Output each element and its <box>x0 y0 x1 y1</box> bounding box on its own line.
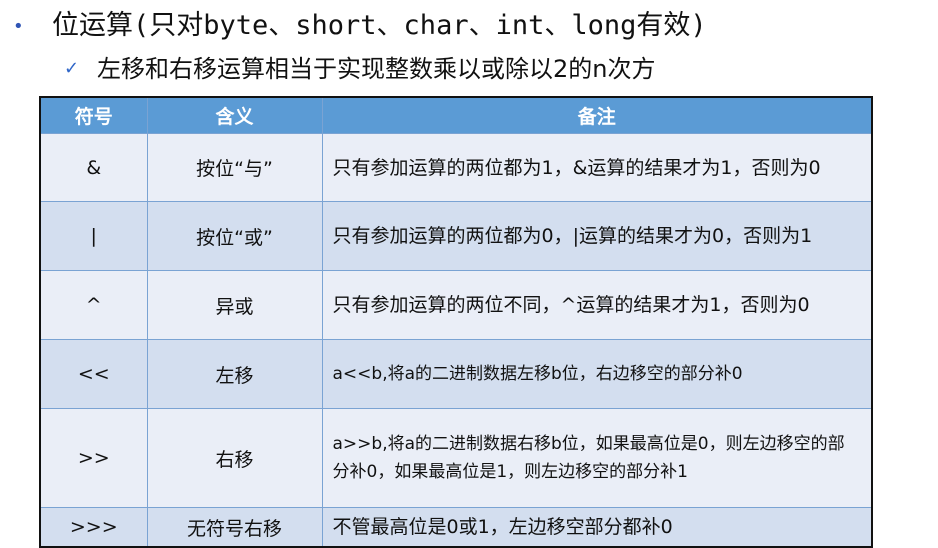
header-meaning: 含义 <box>146 96 323 134</box>
note-cell: 只有参加运算的两位都为0，|运算的结果才为0，否则为1 <box>321 201 873 271</box>
page-title: 位运算(只对byte、short、char、int、long有效) <box>52 10 707 41</box>
table-row: >>> 无符号右移 不管最高位是0或1，左边移空部分都补0 <box>39 507 873 548</box>
checkmark-icon: ✓ <box>64 58 80 79</box>
table-row: | 按位“或” 只有参加运算的两位都为0，|运算的结果才为0，否则为1 <box>39 201 873 271</box>
table-header-row: 符号 含义 备注 <box>39 96 873 134</box>
table-row: << 左移 a<<b,将a的二进制数据左移b位，右边移空的部分补0 <box>39 339 873 409</box>
page-subtitle: 左移和右移运算相当于实现整数乘以或除以2的n次方 <box>97 55 656 83</box>
table-row: ^ 异或 只有参加运算的两位不同，^运算的结果才为1，否则为0 <box>39 270 873 340</box>
meaning-cell: 按位“或” <box>146 201 323 271</box>
symbol-cell: >> <box>39 408 148 508</box>
note-cell: 不管最高位是0或1，左边移空部分都补0 <box>321 507 873 548</box>
header-note: 备注 <box>321 96 873 134</box>
meaning-cell: 左移 <box>146 339 323 409</box>
header-symbol: 符号 <box>39 96 148 134</box>
table-row: & 按位“与” 只有参加运算的两位都为1，&运算的结果才为1，否则为0 <box>39 133 873 202</box>
symbol-cell: | <box>39 201 148 271</box>
note-cell: 只有参加运算的两位不同，^运算的结果才为1，否则为0 <box>321 270 873 340</box>
bullet-icon: • <box>13 16 24 37</box>
meaning-cell: 按位“与” <box>146 133 323 202</box>
meaning-cell: 无符号右移 <box>146 507 323 548</box>
table-row: >> 右移 a>>b,将a的二进制数据右移b位，如果最高位是0，则左边移空的部分… <box>39 408 873 508</box>
meaning-cell: 右移 <box>146 408 323 508</box>
bitwise-operators-table: 符号 含义 备注 & 按位“与” 只有参加运算的两位都为1，&运算的结果才为1，… <box>39 96 873 548</box>
note-cell: a>>b,将a的二进制数据右移b位，如果最高位是0，则左边移空的部分补0，如果最… <box>321 408 873 508</box>
symbol-cell: ^ <box>39 270 148 340</box>
symbol-cell: >>> <box>39 507 148 548</box>
note-cell: 只有参加运算的两位都为1，&运算的结果才为1，否则为0 <box>321 133 873 202</box>
meaning-cell: 异或 <box>146 270 323 340</box>
symbol-cell: << <box>39 339 148 409</box>
note-cell: a<<b,将a的二进制数据左移b位，右边移空的部分补0 <box>321 339 873 409</box>
symbol-cell: & <box>39 133 148 202</box>
